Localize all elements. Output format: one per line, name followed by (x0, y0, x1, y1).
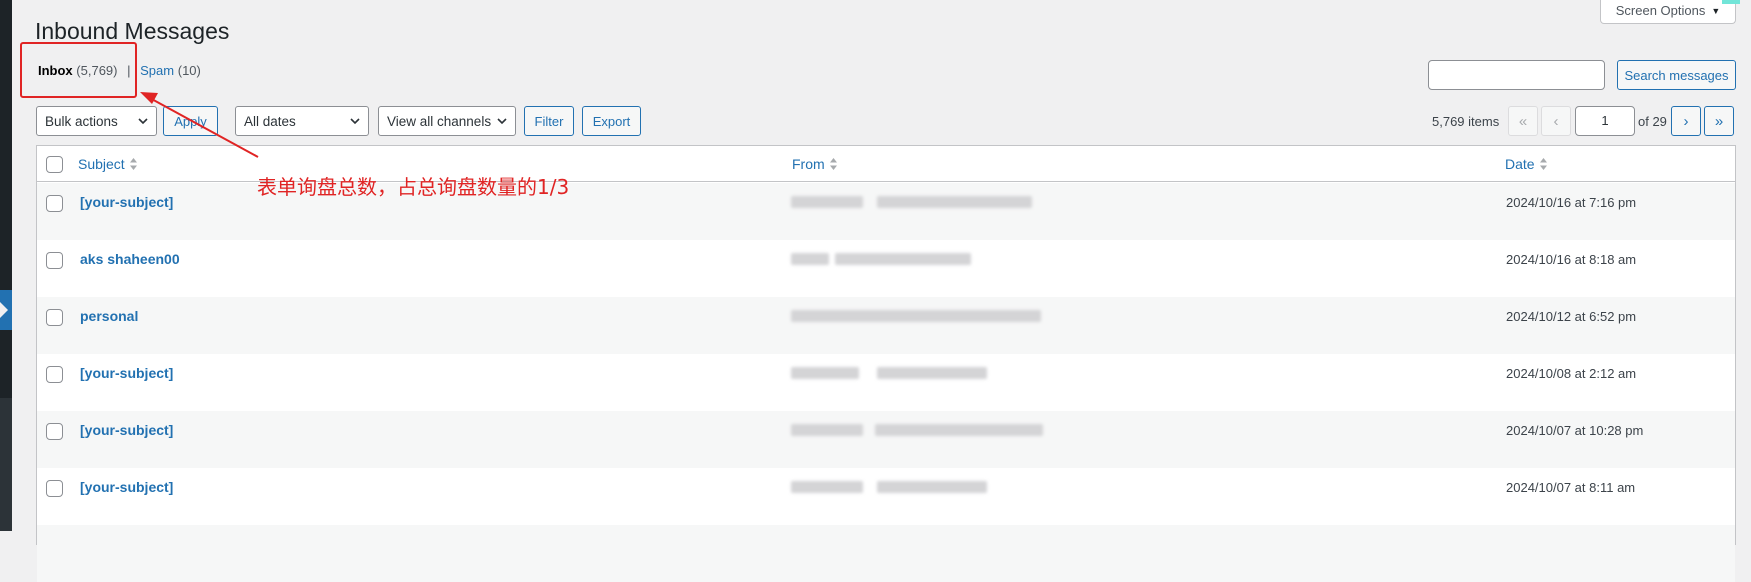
filter-button[interactable]: Filter (524, 106, 574, 136)
first-page-button: « (1508, 106, 1538, 136)
row-date: 2024/10/08 at 2:12 am (1506, 366, 1637, 381)
column-subject[interactable]: Subject (78, 156, 138, 172)
caret-down-icon: ▼ (1711, 5, 1721, 16)
row-checkbox[interactable] (46, 423, 63, 440)
dates-filter-select[interactable]: All dates (235, 106, 369, 136)
next-page-button[interactable]: › (1671, 106, 1701, 136)
column-subject-label: Subject (78, 156, 125, 172)
search-messages-button[interactable]: Search messages (1617, 60, 1736, 90)
table-row[interactable]: personal 2024/10/12 at 6:52 pm (37, 297, 1735, 354)
column-from-label: From (792, 156, 825, 172)
view-spam-count: (10) (177, 63, 201, 78)
screen-options-label: Screen Options (1615, 3, 1706, 18)
apply-button[interactable]: Apply (163, 106, 218, 136)
column-date-label: Date (1505, 156, 1535, 172)
bulk-actions-select[interactable]: Bulk actions (36, 106, 157, 136)
page-title: Inbound Messages (35, 18, 230, 44)
select-all-checkbox[interactable] (46, 156, 63, 173)
items-count: 5,769 items (1432, 114, 1500, 129)
dates-filter-value: All dates (244, 113, 296, 129)
sort-icon (829, 158, 837, 170)
channels-filter-select[interactable]: View all channels (378, 106, 516, 136)
row-checkbox[interactable] (46, 480, 63, 497)
export-button[interactable]: Export (582, 106, 641, 136)
current-page-input[interactable]: 1 (1575, 106, 1635, 136)
row-checkbox[interactable] (46, 366, 63, 383)
admin-menu-pointer (0, 302, 8, 318)
table-row[interactable]: [your-subject] 2024/10/07 at 10:28 pm (37, 411, 1735, 468)
row-date: 2024/10/12 at 6:52 pm (1506, 309, 1637, 324)
chevron-down-icon (497, 118, 507, 125)
prev-page-button: ‹ (1541, 106, 1571, 136)
bulk-actions-value: Bulk actions (45, 113, 118, 129)
row-subject-link[interactable]: personal (80, 308, 138, 324)
row-checkbox[interactable] (46, 195, 63, 212)
admin-menu-lower (0, 398, 12, 531)
search-input[interactable] (1428, 60, 1605, 90)
annotation-text: 表单询盘总数，占总询盘数量的1/3 (257, 175, 570, 199)
row-date: 2024/10/07 at 8:11 am (1506, 480, 1636, 495)
row-subject-link[interactable]: aks shaheen00 (80, 251, 180, 267)
screen-options-button[interactable]: Screen Options ▼ (1600, 0, 1736, 24)
table-row (37, 525, 1735, 582)
messages-table: Subject From Date [your-subject] 2024/10… (36, 145, 1736, 582)
row-checkbox[interactable] (46, 252, 63, 269)
view-spam[interactable]: Spam (140, 63, 174, 78)
row-date: 2024/10/16 at 8:18 am (1506, 252, 1637, 267)
row-subject-link[interactable]: [your-subject] (80, 422, 173, 438)
column-from[interactable]: From (792, 156, 838, 172)
column-date[interactable]: Date (1505, 156, 1548, 172)
total-pages: of 29 (1638, 114, 1667, 129)
sort-icon (129, 158, 137, 170)
row-subject-link[interactable]: [your-subject] (80, 479, 173, 495)
table-row[interactable]: [your-subject] 2024/10/08 at 2:12 am (37, 354, 1735, 411)
table-row[interactable]: aks shaheen00 2024/10/16 at 8:18 am (37, 240, 1735, 297)
channels-filter-value: View all channels (387, 113, 492, 129)
corner-indicator (1722, 0, 1740, 4)
row-subject-link[interactable]: [your-subject] (80, 365, 173, 381)
last-page-button[interactable]: » (1704, 106, 1734, 136)
sort-icon (1539, 158, 1547, 170)
chevron-down-icon (350, 118, 360, 125)
row-subject-link[interactable]: [your-subject] (80, 194, 173, 210)
table-row[interactable]: [your-subject] 2024/10/07 at 8:11 am (37, 468, 1735, 525)
chevron-down-icon (138, 118, 148, 125)
row-date: 2024/10/07 at 10:28 pm (1506, 423, 1644, 438)
admin-menu-strip (0, 0, 12, 531)
row-date: 2024/10/16 at 7:16 pm (1506, 195, 1637, 210)
row-checkbox[interactable] (46, 309, 63, 326)
annotation-highlight-box (20, 42, 137, 98)
